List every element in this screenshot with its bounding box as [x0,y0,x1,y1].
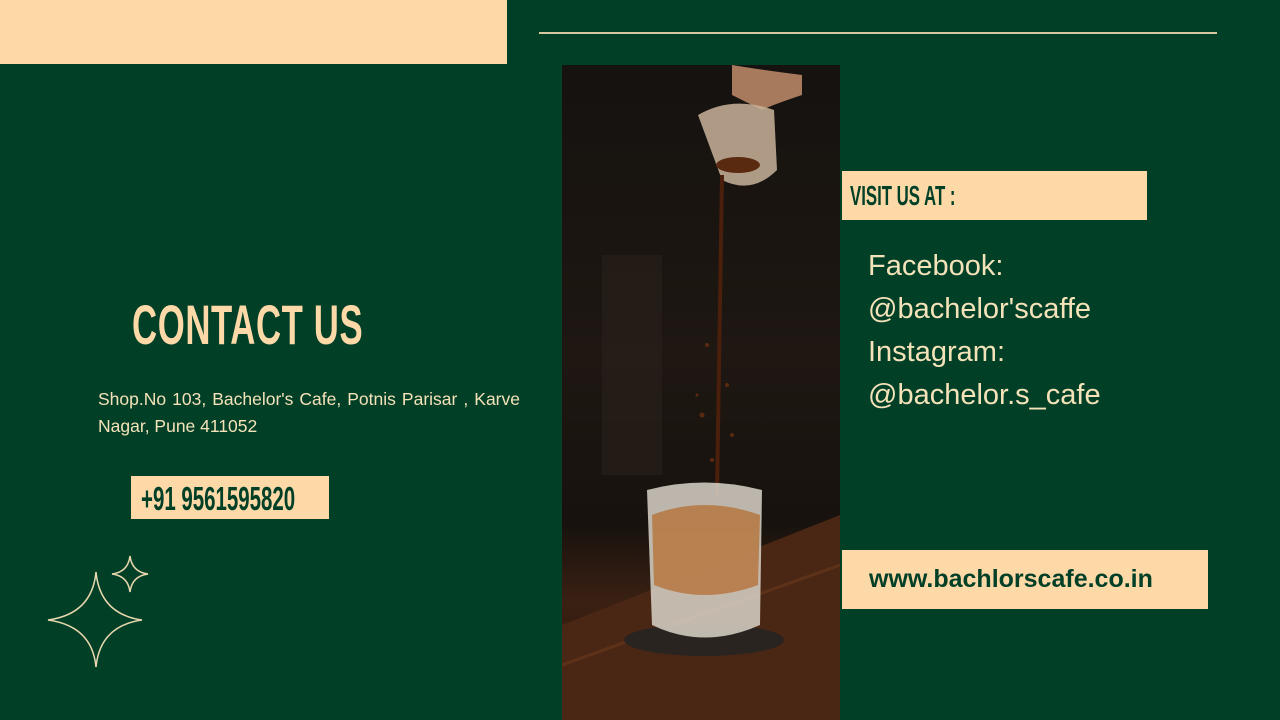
facebook-label: Facebook: [868,250,1004,282]
phone-badge[interactable]: +91 9561595820 [131,476,329,519]
phone-number: +91 9561595820 [141,480,296,517]
address-text: Shop.No 103, Bachelor's Cafe, Potnis Par… [98,389,520,436]
instagram-label: Instagram: [868,336,1005,368]
instagram-handle[interactable]: @bachelor.s_cafe [868,374,1101,417]
visit-us-banner: VISIT US AT : [842,171,1147,220]
page-title: CONTACT US [132,293,364,356]
website-link[interactable]: www.bachlorscafe.co.in [869,565,1153,594]
visit-us-label: VISIT US AT : [850,180,956,211]
coffee-pour-photo [562,65,840,720]
website-banner[interactable]: www.bachlorscafe.co.in [842,550,1208,609]
top-divider-line [539,32,1217,34]
sparkle-icon [47,555,149,668]
facebook-handle[interactable]: @bachelor'scaffe [868,288,1101,331]
coffee-illustration [562,65,840,720]
social-links: Facebook: @bachelor'scaffe Instagram: @b… [868,245,1101,417]
top-cream-bar [0,0,507,64]
